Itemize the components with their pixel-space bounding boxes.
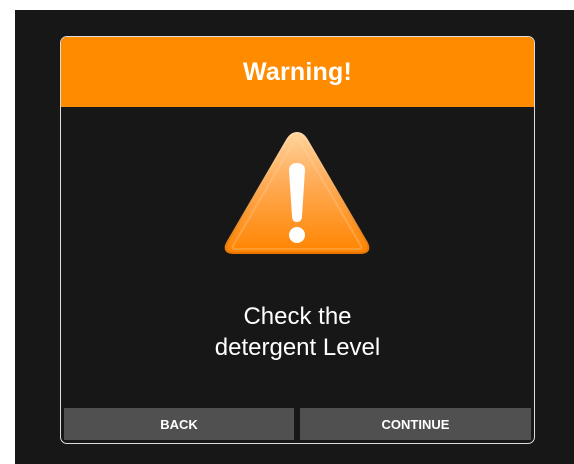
dialog-title: Warning! <box>243 57 352 86</box>
dialog-actions: BACK CONTINUE <box>64 408 531 440</box>
warning-message: Check the detergent Level <box>61 301 534 363</box>
dialog-header: Warning! <box>61 37 534 107</box>
continue-button[interactable]: CONTINUE <box>300 408 531 440</box>
back-button[interactable]: BACK <box>64 408 294 440</box>
message-line-1: Check the <box>243 303 352 330</box>
warning-triangle-icon <box>221 125 373 259</box>
message-line-2: detergent Level <box>214 334 381 361</box>
warning-dialog: Warning! Check the detergent Level BACK … <box>60 36 535 444</box>
